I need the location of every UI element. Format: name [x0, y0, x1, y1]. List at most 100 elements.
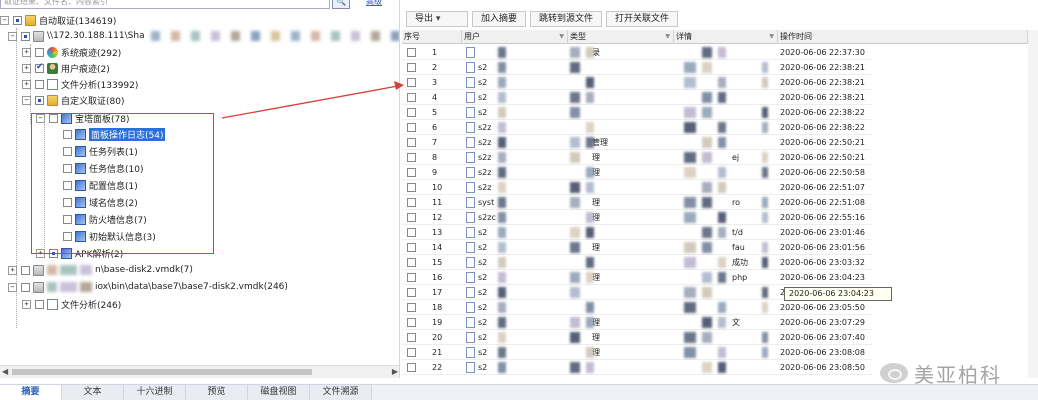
column-header-user[interactable]: 用户 ▼ — [462, 30, 568, 44]
tree-checkbox[interactable] — [21, 265, 30, 275]
table-row[interactable]: 20 s2 理 2020-06-06 23:07:40 — [402, 330, 872, 345]
scrollbar-thumb[interactable] — [12, 369, 312, 375]
table-row[interactable]: 14 s2 理 fau 2020-06-06 23:01:56 — [402, 240, 872, 255]
table-row[interactable]: 16 s2 理 php 2020-06-06 23:04:23 — [402, 270, 872, 285]
bottom-tab-3[interactable]: 预览 — [186, 385, 248, 400]
row-checkbox[interactable] — [407, 213, 416, 222]
file-icon — [466, 77, 475, 88]
table-row[interactable]: 10 s2z 2020-06-06 22:51:07 — [402, 180, 872, 195]
expand-icon[interactable]: + — [22, 79, 31, 89]
row-checkbox[interactable] — [407, 183, 416, 192]
bottom-tab-4[interactable]: 磁盘视图 — [248, 385, 310, 400]
table-row[interactable]: 3 s2 2020-06-06 22:38:21 — [402, 75, 872, 90]
tree-checkbox[interactable] — [35, 79, 44, 89]
tree-node-disk2[interactable]: + n\base-disk2.vmdk(7) — [8, 262, 193, 278]
advanced-search-link[interactable]: 高级 — [366, 0, 382, 7]
tree-node-root[interactable]: − 自动取证(134619) — [0, 12, 116, 28]
filter-icon[interactable]: ▼ — [665, 30, 670, 44]
bottom-tab-5[interactable]: 文件溯源 — [310, 385, 372, 400]
row-checkbox[interactable] — [407, 258, 416, 267]
tree-node-share[interactable]: − \\172.30.188.111\Sha — [8, 28, 399, 44]
expand-icon[interactable]: + — [22, 63, 31, 73]
row-checkbox[interactable] — [407, 228, 416, 237]
table-row[interactable]: 4 s2 2020-06-06 22:38:21 — [402, 90, 872, 105]
row-checkbox[interactable] — [407, 153, 416, 162]
tree-node-fileana2[interactable]: + 文件分析(246) — [22, 296, 121, 312]
row-checkbox[interactable] — [407, 123, 416, 132]
table-row[interactable]: 5 s2 2020-06-06 22:38:22 — [402, 105, 872, 120]
scroll-right-icon[interactable]: ▶ — [392, 367, 398, 376]
table-row[interactable]: 9 s2z 理 2020-06-06 22:50:58 — [402, 165, 872, 180]
row-checkbox[interactable] — [407, 318, 416, 327]
table-row[interactable]: 2 s2 2020-06-06 22:38:21 — [402, 60, 872, 75]
expand-icon[interactable]: + — [8, 265, 17, 275]
table-row[interactable]: 18 s2 2020-06-06 23:05:50 — [402, 300, 872, 315]
tree-node-label: 用户痕迹(2) — [61, 64, 110, 75]
row-checkbox[interactable] — [407, 333, 416, 342]
tree-node-sys[interactable]: + 系统痕迹(292) — [22, 44, 121, 60]
expand-icon[interactable]: + — [22, 299, 31, 309]
row-checkbox[interactable] — [407, 93, 416, 102]
tree-node-fileana[interactable]: + 文件分析(133992) — [22, 76, 138, 92]
table-row[interactable]: 19 s2 理文 2020-06-06 23:07:29 — [402, 315, 872, 330]
collapse-icon[interactable]: − — [8, 31, 17, 41]
filter-icon[interactable]: ▼ — [559, 30, 564, 44]
row-checkbox[interactable] — [407, 48, 416, 57]
column-header-type[interactable]: 类型 ▼ — [568, 30, 674, 44]
table-row[interactable]: 13 s2 t/d 2020-06-06 23:01:46 — [402, 225, 872, 240]
row-checkbox[interactable] — [407, 108, 416, 117]
row-checkbox[interactable] — [407, 303, 416, 312]
tree-node-disk7[interactable]: − iox\bin\data\base7\base7-disk2.vmdk(246… — [8, 279, 288, 295]
table-row[interactable]: 21 s2 理 2020-06-06 23:08:08 — [402, 345, 872, 360]
table-row[interactable]: 12 s2zc 理 2020-06-06 22:55:16 — [402, 210, 872, 225]
redacted-block — [586, 167, 594, 178]
filter-icon[interactable]: ▼ — [769, 30, 774, 44]
export-button[interactable]: 导出 — [406, 11, 468, 27]
table-row[interactable]: 22 s2 2020-06-06 23:08:50 — [402, 360, 872, 375]
column-header-detail[interactable]: 详情 ▼ — [674, 30, 778, 44]
row-checkbox[interactable] — [407, 243, 416, 252]
bottom-tab-0[interactable]: 摘要 — [0, 385, 62, 400]
bottom-tab-1[interactable]: 文本 — [62, 385, 124, 400]
table-row[interactable]: 15 s2 成功 2020-06-06 23:03:32 — [402, 255, 872, 270]
tree-node-custom[interactable]: − 自定义取证(80) — [22, 92, 124, 108]
row-checkbox[interactable] — [407, 273, 416, 282]
tree-checkbox[interactable] — [35, 47, 44, 57]
redacted-block — [718, 137, 726, 148]
row-checkbox[interactable] — [407, 63, 416, 72]
row-checkbox[interactable] — [407, 78, 416, 87]
vertical-scrollbar[interactable] — [1028, 30, 1038, 378]
row-checkbox[interactable] — [407, 348, 416, 357]
collapse-icon[interactable]: − — [8, 282, 17, 292]
row-checkbox[interactable] — [407, 168, 416, 177]
row-checkbox[interactable] — [407, 138, 416, 147]
row-checkbox[interactable] — [407, 363, 416, 372]
tree-checkbox[interactable] — [21, 282, 30, 292]
bottom-tab-2[interactable]: 十六进制 — [124, 385, 186, 400]
jump-to-source-button[interactable]: 跳转到源文件 — [530, 11, 603, 27]
table-row[interactable]: 6 s2z 2020-06-06 22:38:22 — [402, 120, 872, 135]
table-row[interactable]: 11 syst 理 ro 2020-06-06 22:51:08 — [402, 195, 872, 210]
tree-checkbox[interactable] — [35, 95, 44, 105]
horizontal-scrollbar[interactable]: ◀ ▶ — [0, 365, 399, 378]
tree-checkbox[interactable] — [13, 15, 22, 25]
open-related-file-button[interactable]: 打开关联文件 — [606, 11, 679, 27]
add-summary-button[interactable]: 加入摘要 — [472, 11, 527, 27]
collapse-icon[interactable]: − — [22, 95, 31, 105]
column-header-time[interactable]: 操作时间 — [778, 30, 1028, 44]
search-input[interactable]: 取证结果、文件名、内容索引 — [0, 0, 330, 9]
expand-icon[interactable]: + — [22, 47, 31, 57]
tree-checkbox[interactable] — [21, 31, 30, 41]
tree-node-user[interactable]: + 用户痕迹(2) — [22, 60, 110, 76]
table-row[interactable]: 7 s2z 管理 2020-06-06 22:50:21 — [402, 135, 872, 150]
scroll-left-icon[interactable]: ◀ — [2, 367, 8, 376]
table-row[interactable]: 8 s2z 理 ej 2020-06-06 22:50:21 — [402, 150, 872, 165]
row-checkbox[interactable] — [407, 288, 416, 297]
collapse-icon[interactable]: − — [0, 15, 9, 25]
tree-checkbox[interactable] — [35, 299, 44, 309]
search-button[interactable]: 🔍 — [332, 0, 350, 9]
column-header-index[interactable]: 序号 — [402, 30, 462, 44]
tree-checkbox[interactable] — [35, 62, 44, 73]
table-row[interactable]: 1 录 2020-06-06 22:37:30 — [402, 45, 872, 60]
row-checkbox[interactable] — [407, 198, 416, 207]
